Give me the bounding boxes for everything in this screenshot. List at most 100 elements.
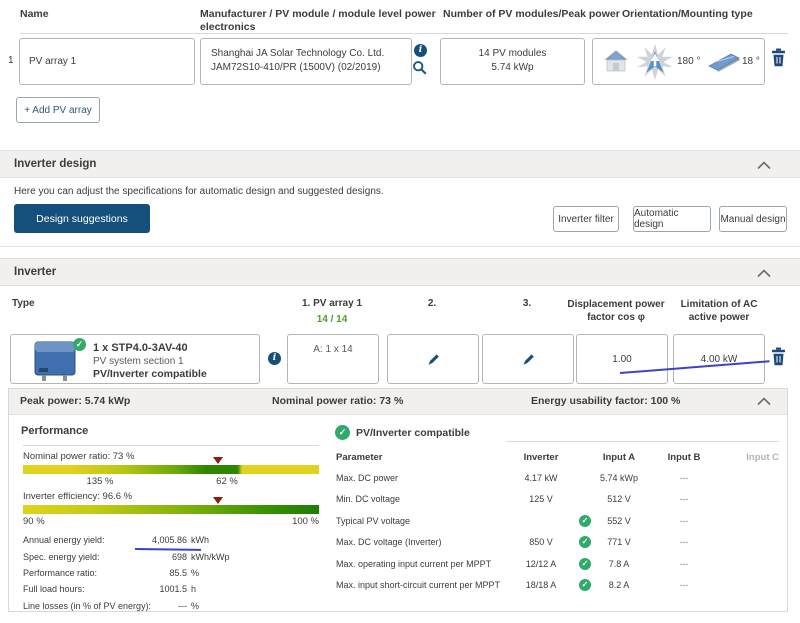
npr-label: Nominal power ratio: 73 % bbox=[23, 451, 135, 462]
npr-tick-left: 135 % bbox=[86, 476, 114, 487]
inverter-photo bbox=[34, 341, 76, 381]
col-header-displacement: Displacement power factor cos φ bbox=[567, 299, 665, 323]
modules-count: 14 PV modules bbox=[478, 48, 547, 59]
compat-divider bbox=[506, 441, 779, 442]
automatic-design-button[interactable]: Automatic design bbox=[633, 206, 711, 232]
col-header-type: Type bbox=[12, 298, 35, 309]
col-header-3: 3. bbox=[522, 298, 532, 309]
array1-stringing-value: A: 1 x 14 bbox=[313, 344, 353, 355]
col-header-2: 2. bbox=[427, 298, 437, 309]
eff-tick-left: 90 % bbox=[23, 516, 45, 527]
npr-bar bbox=[23, 465, 319, 474]
inverter-header[interactable]: Inverter bbox=[0, 258, 800, 286]
col-header-manufacturer: Manufacturer / PV module / module level … bbox=[200, 8, 436, 33]
compat-row: Max. input short-circuit current per MPP… bbox=[336, 579, 689, 592]
cos-phi-field[interactable]: 1.00 bbox=[576, 334, 668, 384]
array1-module-count: 14 / 14 bbox=[316, 314, 348, 325]
pv-array-name-value: PV array 1 bbox=[29, 56, 77, 67]
npr-tick-right: 62 % bbox=[216, 476, 238, 487]
compatibility-label: PV/Inverter compatible bbox=[93, 368, 207, 380]
compatible-check-icon: ✓ bbox=[73, 338, 86, 351]
eff-tick-right: 100 % bbox=[292, 516, 319, 527]
compatible-check-icon: ✓ bbox=[335, 425, 350, 440]
cos-phi-value: 1.00 bbox=[612, 353, 632, 365]
inverter-detail-panel: Peak power: 5.74 kWp Nominal power ratio… bbox=[8, 388, 788, 612]
efficiency-bar bbox=[23, 505, 319, 514]
module-info-icon[interactable]: i bbox=[414, 44, 427, 57]
check-icon: ✓ bbox=[579, 514, 591, 527]
perf-row: Full load hours: 1001.5 h bbox=[23, 584, 197, 595]
compat-row: Typical PV voltage ✓ 552 V --- bbox=[336, 514, 689, 527]
col-header-limitation: Limitation of AC active power bbox=[680, 299, 758, 323]
perf-row: Performance ratio: 85.5 % bbox=[23, 567, 200, 578]
perf-row: Annual energy yield: 4,005.86 kWh bbox=[23, 535, 209, 546]
tilt-value: 18 ° bbox=[742, 56, 760, 67]
peak-power-summary: Peak power: 5.74 kWp bbox=[20, 395, 131, 407]
col-header-orientation: Orientation/Mounting type bbox=[622, 8, 753, 20]
compat-row: Max. DC voltage (Inverter) 850 V ✓ 771 V… bbox=[336, 536, 689, 549]
compat-title: PV/Inverter compatible bbox=[356, 427, 470, 439]
compat-row: Max. DC power 4.17 kW 5.74 kWp --- bbox=[336, 472, 689, 483]
orientation-field[interactable]: 180 ° 18 ° bbox=[592, 38, 765, 85]
inverter-info-icon[interactable]: i bbox=[268, 352, 281, 365]
collapse-chevron-icon[interactable] bbox=[757, 161, 771, 170]
add-pv-array-button[interactable]: + Add PV array bbox=[16, 97, 100, 123]
inverter-design-description: Here you can adjust the specifications f… bbox=[14, 186, 384, 197]
compat-header-row: Parameter Inverter Input A Input B Input… bbox=[336, 451, 779, 463]
pv-array-name-input[interactable]: PV array 1 bbox=[19, 38, 195, 85]
array3-edit-field[interactable] bbox=[482, 334, 574, 384]
inverter-filter-button[interactable]: Inverter filter bbox=[553, 206, 619, 232]
check-icon: ✓ bbox=[579, 557, 591, 570]
delete-inverter-icon[interactable] bbox=[771, 347, 786, 366]
pv-system-section: PV system section 1 bbox=[93, 356, 184, 367]
delete-pv-array-icon[interactable] bbox=[771, 48, 786, 67]
tilt-panel-icon bbox=[708, 53, 740, 72]
array1-stringing-field[interactable]: A: 1 x 14 bbox=[287, 334, 379, 384]
manual-design-button[interactable]: Manual design bbox=[719, 206, 787, 232]
design-suggestions-button[interactable]: Design suggestions bbox=[14, 204, 150, 233]
pencil-icon bbox=[428, 353, 439, 365]
performance-kv-list: Annual energy yield: 4,005.86 kWh Spec. … bbox=[23, 532, 323, 614]
section-divider bbox=[0, 246, 800, 247]
module-search-icon[interactable] bbox=[412, 60, 428, 76]
compat-row: Max. operating input current per MPPT 12… bbox=[336, 557, 689, 570]
azimuth-value: 180 ° bbox=[677, 56, 701, 67]
inverter-title: Inverter bbox=[14, 266, 57, 278]
nominal-power-ratio-summary: Nominal power ratio: 73 % bbox=[272, 395, 404, 407]
pv-design-page: Name Manufacturer / PV module / module l… bbox=[0, 0, 800, 623]
col-header-name: Name bbox=[20, 8, 49, 20]
collapse-chevron-icon[interactable] bbox=[757, 269, 771, 278]
energy-usability-summary: Energy usability factor: 100 % bbox=[531, 395, 681, 407]
module-line: JAM72S10-410/PR (1500V) (02/2019) bbox=[211, 62, 381, 73]
array2-edit-field[interactable] bbox=[387, 334, 479, 384]
roof-house-icon bbox=[604, 50, 628, 72]
inverter-design-title: Inverter design bbox=[14, 158, 97, 170]
npr-marker bbox=[213, 457, 223, 464]
efficiency-label: Inverter efficiency: 96.6 % bbox=[23, 491, 133, 502]
inverter-design-header[interactable]: Inverter design bbox=[0, 150, 800, 178]
ac-limit-field[interactable]: 4.00 kW bbox=[673, 334, 765, 384]
pencil-icon bbox=[523, 353, 534, 365]
check-icon: ✓ bbox=[579, 536, 591, 549]
module-select-field[interactable]: Shanghai JA Solar Technology Co. Ltd. JA… bbox=[200, 38, 412, 85]
check-icon: ✓ bbox=[579, 579, 591, 592]
azimuth-compass-icon bbox=[637, 44, 673, 80]
perf-row: Line losses (in % of PV energy): --- % bbox=[23, 600, 200, 611]
modules-count-field[interactable]: 14 PV modules 5.74 kWp bbox=[440, 38, 585, 85]
header-divider bbox=[20, 33, 788, 34]
peak-power: 5.74 kWp bbox=[491, 62, 534, 73]
col-header-modules: Number of PV modules/Peak power bbox=[443, 8, 620, 20]
inverter-type-field[interactable]: ✓ 1 x STP4.0-3AV-40 PV system section 1 … bbox=[10, 334, 260, 384]
perf-row: Spec. energy yield: 698 kWh/kWp bbox=[23, 551, 230, 562]
performance-divider bbox=[23, 445, 319, 446]
manufacturer-line: Shanghai JA Solar Technology Co. Ltd. bbox=[211, 48, 385, 59]
performance-title: Performance bbox=[21, 425, 89, 437]
summary-bar[interactable]: Peak power: 5.74 kWp Nominal power ratio… bbox=[9, 389, 787, 415]
efficiency-marker bbox=[213, 497, 223, 504]
compat-row: Min. DC voltage 125 V 512 V --- bbox=[336, 494, 689, 505]
col-header-array1: 1. PV array 1 bbox=[301, 298, 363, 309]
inverter-model: 1 x STP4.0-3AV-40 bbox=[93, 342, 188, 354]
compat-table: Parameter Inverter Input A Input B Input… bbox=[336, 447, 779, 596]
row-index: 1 bbox=[8, 55, 14, 66]
collapse-chevron-icon[interactable] bbox=[757, 397, 771, 406]
